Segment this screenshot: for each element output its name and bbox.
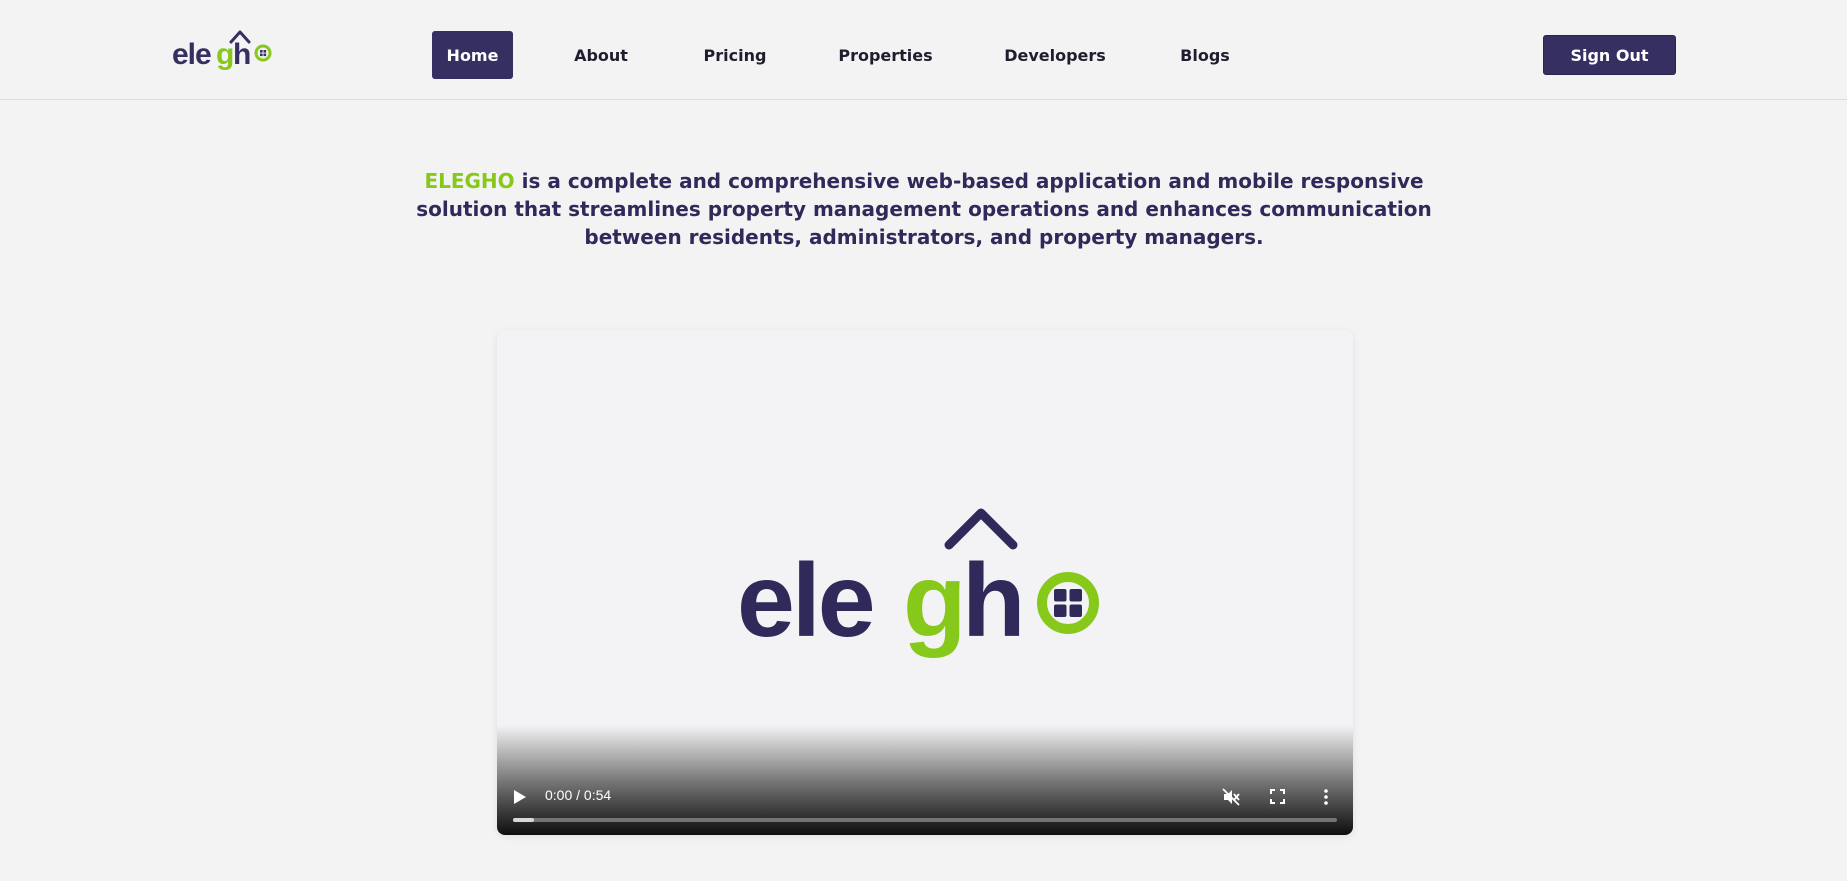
- svg-text:g: g: [903, 543, 967, 659]
- nav-properties[interactable]: Properties: [838, 31, 933, 79]
- fullscreen-icon[interactable]: [1270, 789, 1285, 804]
- site-header: ele g h Home About Pricing Properties De…: [0, 0, 1847, 100]
- nav-about[interactable]: About: [566, 31, 636, 79]
- svg-text:h: h: [962, 543, 1026, 659]
- intro-text: is a complete and comprehensive web-base…: [416, 169, 1432, 249]
- sign-out-button[interactable]: Sign Out: [1543, 35, 1676, 75]
- brand-name: ELEGHO: [424, 169, 515, 193]
- play-icon[interactable]: [513, 789, 527, 805]
- intro-paragraph: ELEGHO is a complete and comprehensive w…: [380, 167, 1468, 251]
- progress-fill: [513, 818, 534, 822]
- elegho-logo[interactable]: ele g h: [172, 26, 276, 72]
- muted-speaker-icon[interactable]: [1222, 788, 1240, 806]
- nav-home[interactable]: Home: [432, 31, 513, 79]
- more-vertical-icon[interactable]: [1323, 788, 1329, 806]
- time-display: 0:00 / 0:54: [545, 787, 612, 803]
- nav-developers[interactable]: Developers: [1002, 31, 1108, 79]
- nav-pricing[interactable]: Pricing: [700, 31, 770, 79]
- nav-blogs[interactable]: Blogs: [1177, 31, 1233, 79]
- svg-text:ele: ele: [737, 543, 873, 659]
- progress-bar[interactable]: [513, 818, 1337, 822]
- svg-text:ele: ele: [172, 38, 211, 71]
- video-controls: 0:00 / 0:54: [497, 755, 1353, 835]
- video-player[interactable]: ele g h 0:00 / 0:54: [497, 330, 1353, 835]
- elegho-video-logo: ele g h: [737, 508, 1099, 659]
